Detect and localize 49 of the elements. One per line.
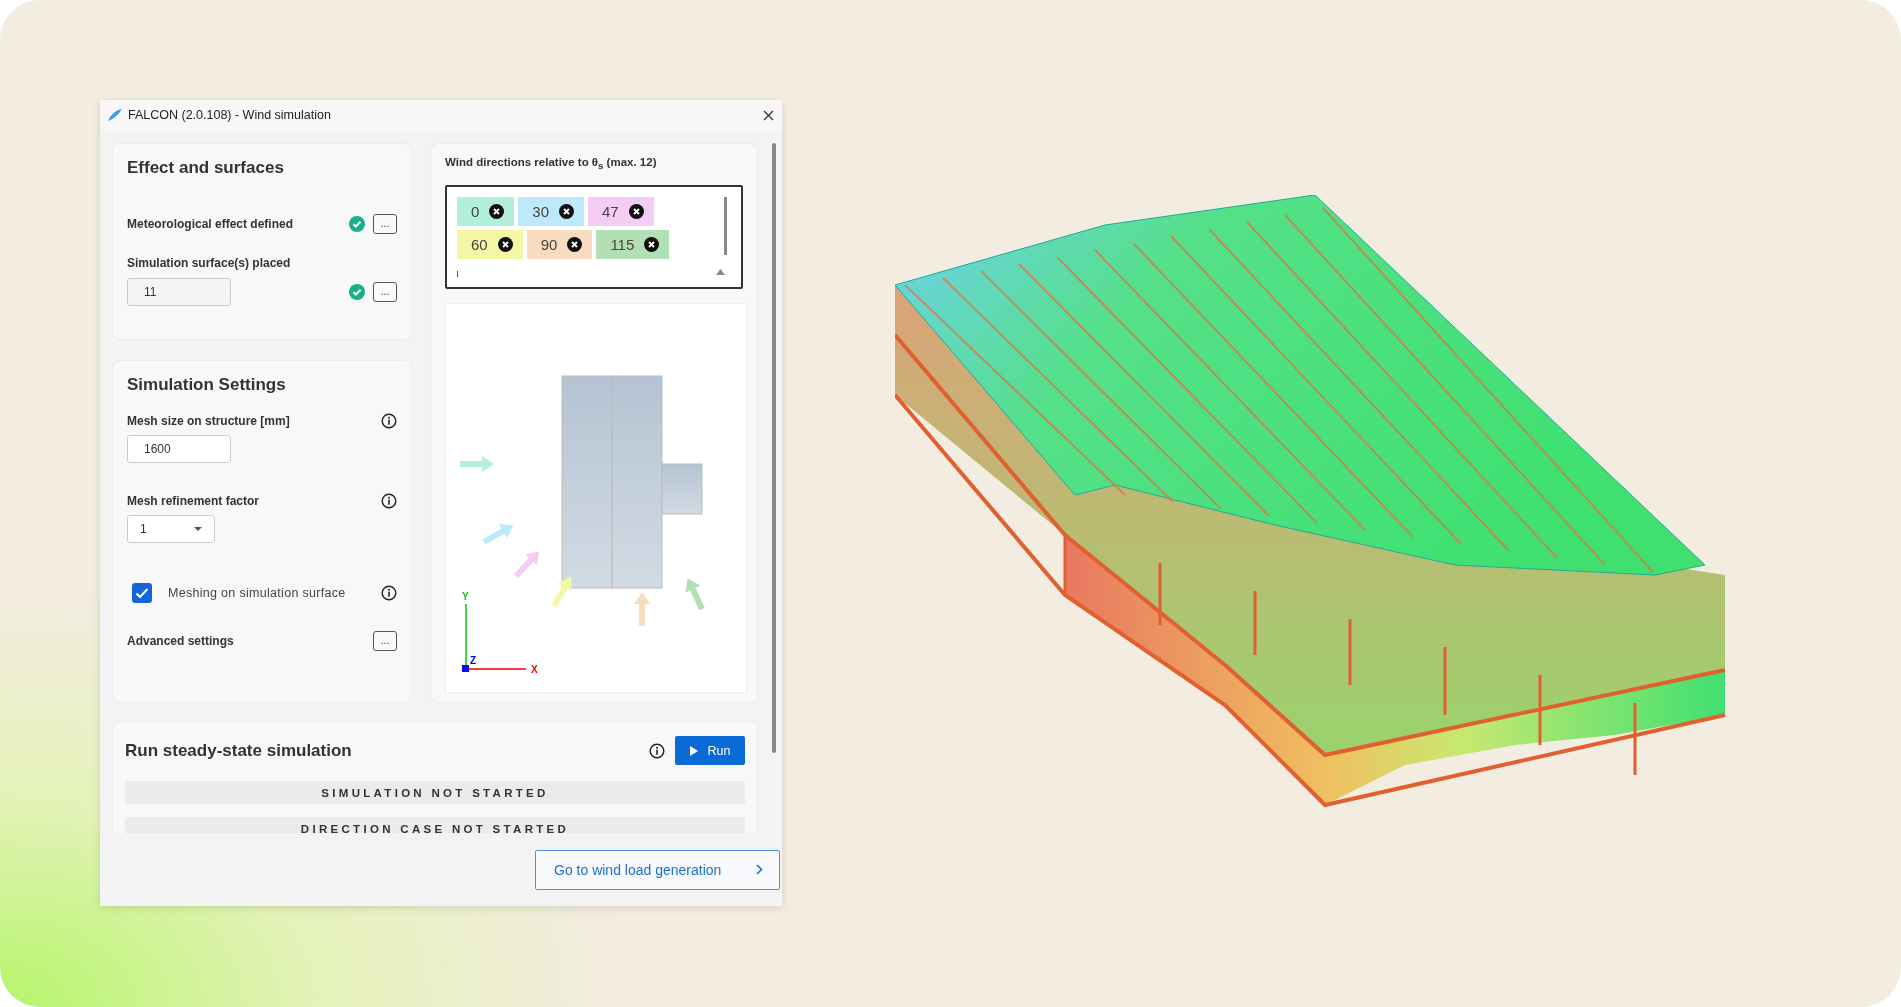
direction-tag[interactable]: 90	[526, 230, 593, 260]
remove-icon[interactable]	[489, 204, 505, 220]
ellipsis-button[interactable]: ...	[373, 631, 397, 651]
info-icon[interactable]	[381, 493, 397, 509]
remove-icon[interactable]	[559, 204, 575, 220]
section-title: Wind directions relative to θ$_{s}$ (max. 12)	[445, 156, 658, 172]
field-label: Mesh refinement factor	[127, 494, 260, 508]
checkbox[interactable]	[132, 583, 152, 603]
direction-tag[interactable]: 60	[457, 230, 523, 260]
dropdown-caret-icon	[194, 527, 202, 531]
info-icon[interactable]	[649, 742, 665, 759]
wind-load-button[interactable]: Go to wind load generation	[535, 849, 780, 890]
info-icon[interactable]	[381, 413, 397, 429]
chevron-right-icon	[756, 864, 763, 875]
feather-logo-icon	[108, 109, 122, 121]
axis-label: X	[531, 664, 538, 676]
play-icon	[689, 745, 698, 756]
collapse-caret-icon[interactable]	[716, 269, 725, 276]
axis-triad-icon	[462, 603, 527, 673]
remove-icon[interactable]	[497, 237, 513, 253]
direction-tag[interactable]: 115	[596, 230, 670, 260]
refinement-dropdown[interactable]: 1	[127, 515, 215, 543]
checkbox-label: Meshing on simulation surface	[168, 586, 346, 600]
section-title: Effect and surfaces	[127, 158, 285, 178]
surface-count-field[interactable]: 11	[127, 278, 231, 306]
field-label: Meteorological effect defined	[127, 217, 294, 231]
remove-icon[interactable]	[628, 204, 644, 220]
field-label: Simulation surface(s) placed	[127, 256, 292, 270]
axis-label: Z	[470, 655, 477, 667]
run-button[interactable]: Run	[675, 736, 745, 765]
direction-tag[interactable]: 47	[588, 197, 654, 227]
remove-icon[interactable]	[567, 237, 583, 253]
direction-tag-field[interactable]: 0 30 47 60 90 115	[445, 185, 743, 290]
info-icon[interactable]	[381, 585, 397, 601]
ellipsis-button[interactable]: ...	[373, 214, 397, 234]
field-label: Advanced settings	[127, 634, 234, 648]
mesh-size-field[interactable]: 1600	[127, 435, 231, 463]
section-title: Simulation Settings	[127, 375, 287, 395]
close-icon[interactable]	[763, 109, 774, 121]
remove-icon[interactable]	[644, 237, 660, 253]
axis-label: Y	[462, 591, 469, 603]
status-bar: DIRECTION CASE NOT STARTED	[125, 817, 745, 833]
status-bar: SIMULATION NOT STARTED	[125, 781, 745, 804]
ellipsis-button[interactable]: ...	[373, 282, 397, 302]
field-label: Mesh size on structure [mm]	[127, 414, 290, 428]
direction-tag[interactable]: 0	[457, 197, 515, 227]
window-title: FALCON (2.0.108) - Wind simulation	[128, 108, 332, 122]
section-title: Run steady-state simulation	[125, 740, 353, 761]
direction-tag[interactable]: 30	[518, 197, 585, 227]
